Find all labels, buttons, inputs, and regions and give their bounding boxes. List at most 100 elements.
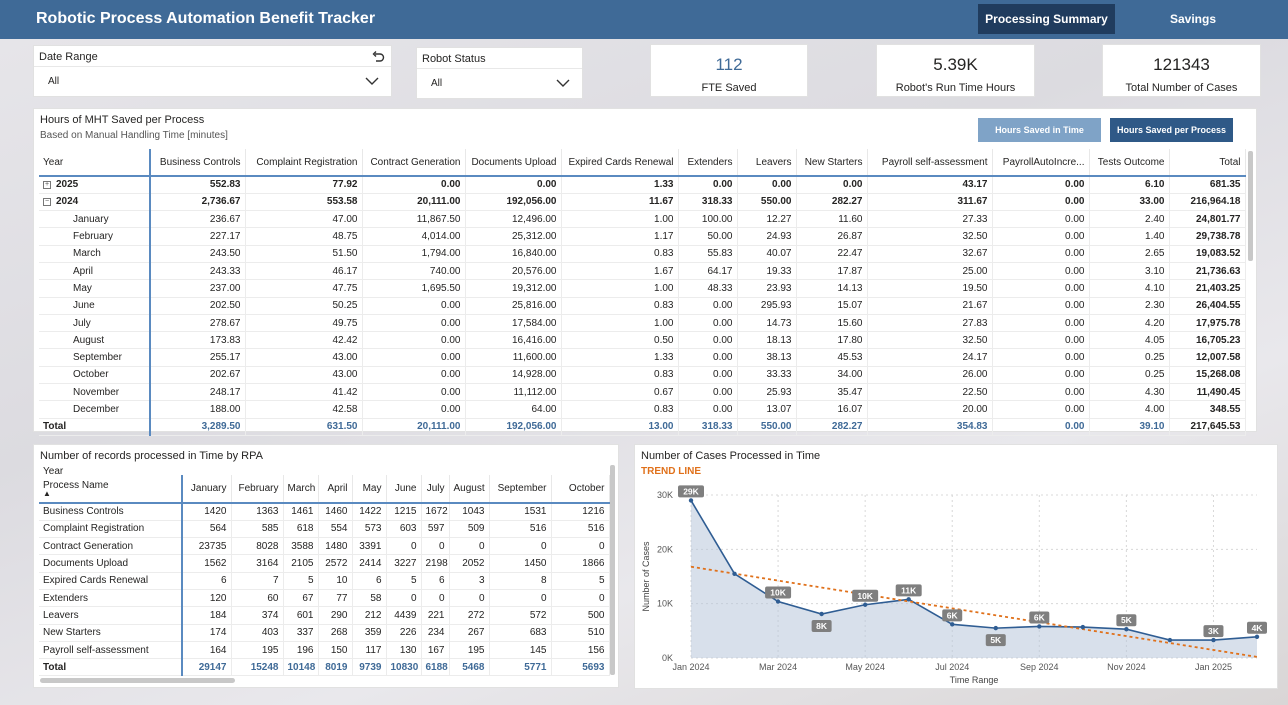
mht-cell: 681.35 bbox=[1169, 176, 1246, 194]
mht-cell: 20,111.00 bbox=[362, 193, 466, 212]
mht-cell: 21.67 bbox=[867, 297, 993, 315]
mht-column-header[interactable]: Documents Upload bbox=[465, 149, 562, 177]
y-tick-label: 30K bbox=[657, 490, 673, 500]
records-cell: 5468 bbox=[449, 658, 490, 677]
robot-status-dropdown[interactable]: All bbox=[417, 68, 582, 98]
data-point bbox=[950, 622, 955, 627]
records-column-header[interactable]: April bbox=[318, 475, 353, 504]
mht-column-header[interactable]: Total bbox=[1169, 149, 1246, 177]
mht-row-label: +2025 bbox=[39, 176, 151, 194]
records-cell: 0 bbox=[551, 589, 610, 608]
fte-saved-label: FTE Saved bbox=[701, 82, 757, 94]
mht-cell: 15,268.08 bbox=[1169, 366, 1246, 385]
records-cell: 10148 bbox=[283, 658, 319, 677]
mht-row-label: October bbox=[39, 366, 151, 385]
records-cell: 221 bbox=[421, 606, 450, 625]
mht-column-header[interactable]: Complaint Registration bbox=[245, 149, 363, 177]
records-cell: 268 bbox=[318, 624, 353, 642]
records-cell: 195 bbox=[231, 641, 284, 660]
records-column-header[interactable]: Process Name ▲ bbox=[39, 475, 183, 504]
records-column-header[interactable]: May bbox=[352, 475, 387, 504]
x-tick-label: Jan 2025 bbox=[1195, 662, 1232, 672]
mht-cell: 0.00 bbox=[678, 366, 738, 385]
records-column-header[interactable]: February bbox=[231, 475, 284, 504]
records-cell: 1461 bbox=[283, 503, 319, 521]
mht-column-header[interactable]: PayrollAutoIncre... bbox=[992, 149, 1090, 177]
mht-column-header[interactable]: Business Controls bbox=[150, 149, 246, 177]
mht-cell: 1.33 bbox=[561, 348, 679, 367]
records-cell: 8028 bbox=[231, 537, 284, 556]
records-cell: 3391 bbox=[352, 537, 387, 556]
mht-column-header[interactable]: Payroll self-assessment bbox=[867, 149, 993, 177]
records-horizontal-scrollbar[interactable] bbox=[40, 678, 235, 683]
mht-cell: 348.55 bbox=[1169, 400, 1246, 419]
records-cell: 1531 bbox=[489, 503, 552, 521]
mht-cell: 20,111.00 bbox=[362, 417, 466, 436]
records-cell: 15248 bbox=[231, 658, 284, 677]
hours-saved-in-time-button[interactable]: Hours Saved in Time bbox=[978, 118, 1101, 142]
mht-column-header[interactable]: Expired Cards Renewal bbox=[561, 149, 679, 177]
mht-cell: 0.00 bbox=[992, 262, 1090, 281]
mht-cell: 0.00 bbox=[362, 366, 466, 385]
mht-row-label: September bbox=[39, 348, 151, 367]
mht-vertical-scrollbar[interactable] bbox=[1248, 151, 1253, 261]
mht-cell: 295.93 bbox=[737, 297, 797, 315]
records-column-header[interactable]: August bbox=[449, 475, 490, 504]
process-name-cell: Business Controls bbox=[39, 503, 183, 521]
mht-column-header[interactable]: Year bbox=[39, 149, 151, 177]
mht-cell: 2,736.67 bbox=[150, 193, 246, 212]
mht-cell: 29,738.78 bbox=[1169, 227, 1246, 246]
mht-cell: 46.17 bbox=[245, 262, 363, 281]
data-point bbox=[1167, 637, 1173, 643]
mht-cell: 17,584.00 bbox=[465, 314, 562, 333]
expand-icon[interactable]: + bbox=[43, 180, 51, 189]
collapse-icon[interactable]: − bbox=[43, 197, 51, 206]
mht-month-row: February 227.17 48.75 4,014.00 25,312.00 1.17… bbox=[39, 227, 1246, 246]
y-tick-label: 10K bbox=[657, 599, 673, 609]
records-cell: 3588 bbox=[283, 537, 319, 556]
records-column-header[interactable]: March bbox=[283, 475, 319, 504]
mht-year-row: +2025 552.83 77.92 0.00 0.00 1.33 0.00 0.00 0.00… bbox=[39, 176, 1246, 194]
records-cell: 117 bbox=[352, 641, 387, 660]
records-column-header[interactable]: July bbox=[421, 475, 450, 504]
mht-column-header[interactable]: Extenders bbox=[678, 149, 738, 177]
mht-cell: 217,645.53 bbox=[1169, 417, 1246, 436]
processing-summary-button[interactable]: Processing Summary bbox=[978, 4, 1115, 34]
records-cell: 6 bbox=[352, 572, 387, 590]
mht-column-header[interactable]: Contract Generation bbox=[362, 149, 466, 177]
hours-saved-per-process-button[interactable]: Hours Saved per Process bbox=[1110, 118, 1233, 142]
records-column-header[interactable]: January bbox=[182, 475, 232, 504]
data-label: 6K bbox=[947, 610, 959, 620]
mht-cell: 216,964.18 bbox=[1169, 193, 1246, 212]
mht-cell: 4.00 bbox=[1089, 400, 1170, 419]
records-cell: 2105 bbox=[283, 554, 319, 573]
mht-month-row: January 236.67 47.00 11,867.50 12,496.00 1.00… bbox=[39, 210, 1246, 229]
records-column-header[interactable]: October bbox=[551, 475, 610, 504]
records-vertical-scrollbar[interactable] bbox=[610, 465, 615, 675]
date-range-dropdown[interactable]: All bbox=[34, 66, 391, 96]
mht-cell: 0.00 bbox=[362, 383, 466, 402]
records-cell: 1480 bbox=[318, 537, 353, 556]
records-column-header[interactable]: June bbox=[386, 475, 422, 504]
x-tick-label: Jul 2024 bbox=[935, 662, 969, 672]
mht-row-label: January bbox=[39, 210, 151, 229]
mht-cell: 38.13 bbox=[737, 348, 797, 367]
mht-column-header[interactable]: Leavers bbox=[737, 149, 797, 177]
process-name-cell: Extenders bbox=[39, 589, 183, 608]
records-column-header[interactable]: September bbox=[489, 475, 552, 504]
records-cell: 212 bbox=[352, 606, 387, 625]
sort-ascending-icon[interactable]: ▲ bbox=[43, 490, 177, 498]
reset-icon[interactable] bbox=[371, 50, 385, 64]
records-cell: 2198 bbox=[421, 554, 450, 573]
mht-cell: 33.00 bbox=[1089, 193, 1170, 212]
records-cell: 0 bbox=[449, 589, 490, 608]
mht-cell: 19,312.00 bbox=[465, 279, 562, 298]
mht-cell: 26,404.55 bbox=[1169, 297, 1246, 315]
mht-column-header[interactable]: Tests Outcome bbox=[1089, 149, 1170, 177]
mht-column-header[interactable]: New Starters bbox=[796, 149, 868, 177]
total-cases-label: Total Number of Cases bbox=[1125, 82, 1238, 94]
records-cell: 29147 bbox=[182, 658, 232, 677]
mht-cell: 48.75 bbox=[245, 227, 363, 246]
mht-year-row: −2024 2,736.67 553.58 20,111.00 192,056.00 11… bbox=[39, 193, 1246, 212]
savings-button[interactable]: Savings bbox=[1130, 4, 1256, 34]
